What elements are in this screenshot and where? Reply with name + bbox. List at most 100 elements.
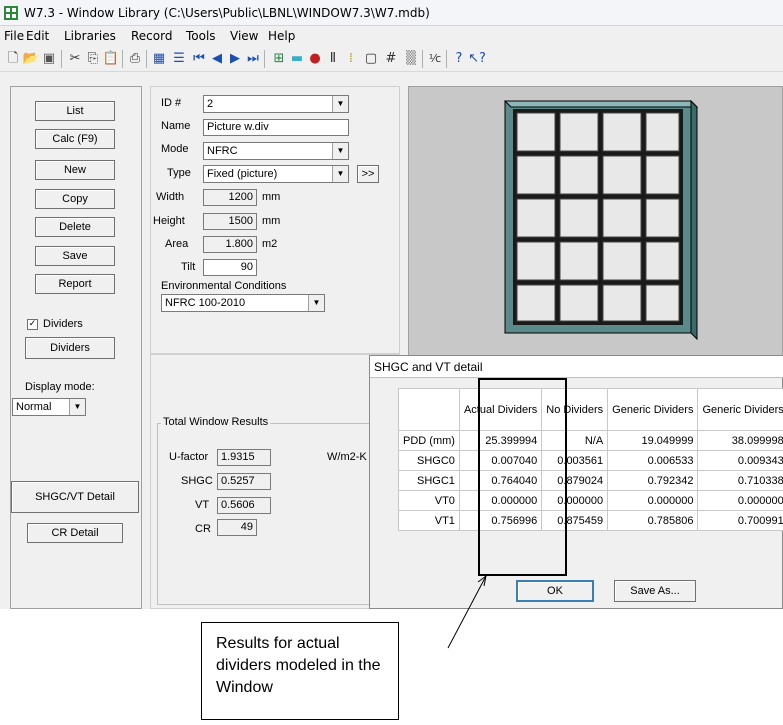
save-icon[interactable]: ▣ (40, 50, 58, 68)
actual-dividers-highlight (478, 378, 567, 576)
pattern-icon[interactable]: ▒ (402, 50, 420, 68)
chevron-down-icon: ▼ (332, 166, 348, 182)
menu-edit[interactable]: Edit (26, 29, 49, 43)
shgc-value: 0.5257 (217, 473, 271, 490)
list-button[interactable]: List (35, 101, 115, 121)
vt-label: VT (195, 499, 210, 511)
shgc-label: SHGC (181, 475, 213, 487)
dividers-checkbox[interactable]: ✓ (27, 319, 38, 330)
last-record-icon[interactable]: ⏭ (244, 50, 262, 68)
copy-icon[interactable]: ⎘ (84, 50, 102, 68)
fraction-icon[interactable]: ⅟c (426, 50, 444, 68)
window-title: W7.3 - Window Library (C:\Users\Public\L… (24, 6, 430, 20)
mode-label: Mode (161, 143, 189, 155)
first-record-icon[interactable]: ⏮ (190, 50, 208, 68)
height-value: 1500 (203, 213, 257, 230)
type-value: Fixed (picture) (207, 168, 278, 180)
table-corner (398, 388, 460, 431)
row-label: VT0 (398, 490, 460, 511)
shgc-vt-detail-button[interactable]: SHGC/VT Detail (11, 481, 139, 513)
cell: 0.000000 (697, 490, 783, 511)
table-row: VT0 0.000000 0.000000 0.000000 0.000000 (398, 490, 783, 511)
shgc-vt-table: Actual Dividers No Dividers Generic Divi… (398, 388, 783, 531)
cell: 0.785806 (607, 510, 699, 531)
new-button[interactable]: New (35, 160, 115, 180)
display-mode-select[interactable]: Normal ▼ (12, 398, 86, 416)
new-icon[interactable]: 🗋 (4, 50, 22, 68)
chevron-down-icon: ▼ (332, 96, 348, 112)
cr-value: 49 (217, 519, 257, 536)
name-field[interactable]: Picture w.div (203, 119, 349, 136)
env-conditions-label: Environmental Conditions (161, 280, 287, 292)
save-as-button[interactable]: Save As... (614, 580, 696, 602)
shgc-vt-detail-dialog: SHGC and VT detail Actual Dividers No Di… (369, 355, 783, 609)
list-icon[interactable]: ▦ (150, 50, 168, 68)
ok-button[interactable]: OK (516, 580, 594, 602)
ufactor-value: 1.9315 (217, 449, 271, 466)
print-icon[interactable]: ⎙ (126, 50, 144, 68)
calc-button[interactable]: Calc (F9) (35, 129, 115, 149)
env-conditions-value: NFRC 100-2010 (165, 297, 246, 309)
prev-record-icon[interactable]: ◀ (208, 50, 226, 68)
shading-icon[interactable]: ▢ (362, 50, 380, 68)
menu-bar: File Edit Libraries Record Tools View He… (0, 26, 783, 46)
help-icon[interactable]: ? (450, 50, 468, 68)
save-button[interactable]: Save (35, 246, 115, 266)
window-preview (408, 86, 783, 356)
report-button[interactable]: Report (35, 274, 115, 294)
chevron-down-icon: ▼ (308, 295, 324, 311)
row-label: SHGC1 (398, 470, 460, 491)
env-conditions-select[interactable]: NFRC 100-2010 ▼ (161, 294, 325, 312)
cell: 0.700991 (697, 510, 783, 531)
glazing-icon[interactable]: ▬ (288, 50, 306, 68)
gas-icon[interactable]: ● (306, 50, 324, 68)
id-label: ID # (161, 97, 182, 109)
next-record-icon[interactable]: ▶ (226, 50, 244, 68)
id-select[interactable]: 2 ▼ (203, 95, 349, 113)
cr-label: CR (195, 523, 211, 535)
cr-detail-button[interactable]: CR Detail (27, 523, 123, 543)
title-bar: W7.3 - Window Library (C:\Users\Public\L… (0, 0, 783, 26)
vt-value: 0.5606 (217, 497, 271, 514)
left-button-panel: List Calc (F9) New Copy Delete Save Repo… (10, 86, 142, 609)
paste-icon[interactable]: 📋 (102, 50, 120, 68)
divider-icon[interactable]: ⁞ (342, 50, 360, 68)
dividers-button[interactable]: Dividers (25, 337, 115, 359)
height-label: Height (153, 215, 185, 227)
width-unit: mm (262, 191, 281, 203)
copy-button[interactable]: Copy (35, 189, 115, 209)
cell: 0.710338 (697, 470, 783, 491)
callout-text: Results for actual dividers modeled in t… (201, 622, 399, 720)
callout-arrow (447, 574, 487, 649)
cell: 0.009343 (697, 450, 783, 471)
area-unit: m2 (262, 238, 278, 250)
window-icon[interactable]: ⊞ (270, 50, 288, 68)
row-label: PDD (mm) (398, 430, 460, 451)
delete-button[interactable]: Delete (35, 217, 115, 237)
mode-select[interactable]: NFRC ▼ (203, 142, 349, 160)
total-window-results-panel: Total Window Results U-factor 1.9315 W/m… (150, 354, 400, 609)
menu-tools[interactable]: Tools (186, 29, 216, 43)
menu-libraries[interactable]: Libraries (64, 29, 116, 43)
id-value: 2 (207, 98, 214, 110)
tilt-field[interactable]: 90 (203, 259, 257, 276)
context-help-icon[interactable]: ↖? (468, 50, 486, 68)
detail-icon[interactable]: ☰ (170, 50, 188, 68)
grid-icon[interactable]: # (382, 50, 400, 68)
menu-file[interactable]: File (4, 29, 24, 43)
display-mode-label: Display mode: (25, 381, 95, 393)
window-properties-panel: ID # 2 ▼ Name Picture w.div Mode NFRC ▼ Ty… (150, 86, 400, 354)
frame-icon[interactable]: Ⅱ (324, 50, 342, 68)
menu-view[interactable]: View (230, 29, 258, 43)
height-unit: mm (262, 215, 281, 227)
row-label: VT1 (398, 510, 460, 531)
table-row: PDD (mm) 25.399994 N/A 19.049999 38.0999… (398, 430, 783, 451)
display-mode-value: Normal (16, 401, 52, 413)
menu-help[interactable]: Help (268, 29, 295, 43)
cut-icon[interactable]: ✂ (66, 50, 84, 68)
type-select[interactable]: Fixed (picture) ▼ (203, 165, 349, 183)
menu-record[interactable]: Record (131, 29, 172, 43)
type-more-button[interactable]: >> (357, 165, 379, 183)
open-icon[interactable]: 📂 (22, 50, 40, 68)
table-row: VT1 0.756996 0.875459 0.785806 0.700991 (398, 510, 783, 531)
